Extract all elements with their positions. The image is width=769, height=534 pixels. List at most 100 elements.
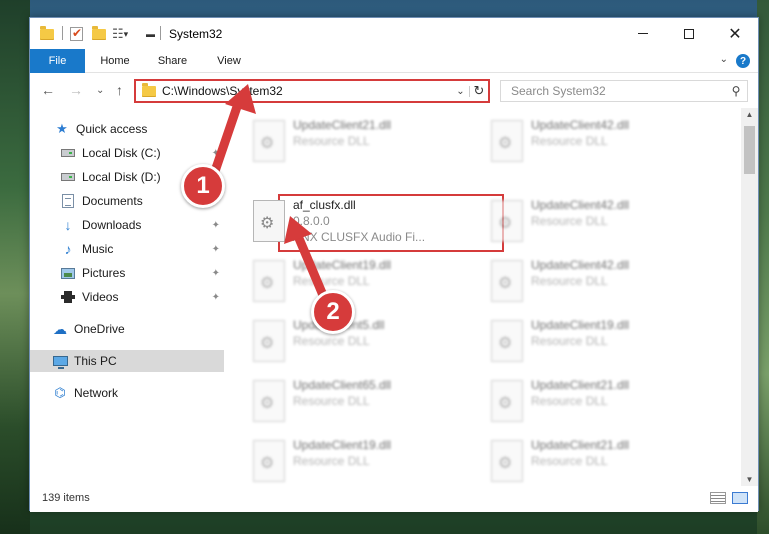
file-item[interactable]: UpdateClient5.dll Resource DLL xyxy=(243,316,473,366)
file-type: Resource DLL xyxy=(531,214,608,228)
file-item[interactable]: UpdateClient21.dll Resource DLL xyxy=(243,116,473,166)
sidebar-item-label: Pictures xyxy=(82,266,126,280)
status-bar: 139 items xyxy=(30,486,758,512)
sidebar-item-label: Music xyxy=(82,242,114,256)
separator xyxy=(62,26,63,40)
sidebar-item-label: Documents xyxy=(82,194,143,208)
new-folder-icon[interactable] xyxy=(92,25,106,43)
file-name: UpdateClient19.dll xyxy=(293,438,392,452)
dll-file-icon xyxy=(491,120,523,162)
sidebar-item-downloads[interactable]: ↓ Downloads ✦ xyxy=(30,214,224,236)
address-bar[interactable]: C:\Windows\System32 ⌄ ↻ xyxy=(134,79,490,103)
network-icon: ⌬ xyxy=(54,385,66,400)
item-count: 139 items xyxy=(42,492,90,504)
file-item[interactable]: UpdateClient19.dll Resource DLL xyxy=(481,316,711,366)
sidebar-item-music[interactable]: ♪ Music ✦ xyxy=(30,238,224,260)
file-type: Resource DLL xyxy=(293,334,370,348)
ribbon-tabs: File Home Share View ⌄ ? xyxy=(30,49,758,73)
downloads-icon: ↓ xyxy=(64,217,72,233)
tab-home[interactable]: Home xyxy=(90,49,140,73)
tab-share[interactable]: Share xyxy=(145,49,200,73)
file-item[interactable]: UpdateClient65.dll Resource DLL xyxy=(243,376,473,426)
folder-icon xyxy=(142,82,156,97)
forward-arrow-icon[interactable]: → xyxy=(69,82,83,98)
close-button[interactable]: ✕ xyxy=(712,18,758,49)
file-type: Resource DLL xyxy=(531,394,608,408)
this-pc-icon xyxy=(52,353,68,369)
sidebar-item-label: This PC xyxy=(74,354,117,368)
sidebar-item-pictures[interactable]: Pictures ✦ xyxy=(30,262,224,284)
file-name: UpdateClient21.dll xyxy=(293,118,392,132)
sidebar-item-label: Downloads xyxy=(82,218,142,232)
music-icon: ♪ xyxy=(64,241,72,257)
drive-icon xyxy=(60,145,76,161)
customize-toolbar-icon[interactable]: ☷ ▾ xyxy=(112,25,128,43)
window-title: System32 xyxy=(169,27,223,41)
dll-file-icon xyxy=(253,120,285,162)
minimize-button[interactable] xyxy=(620,18,666,49)
search-icon[interactable]: ⚲ xyxy=(725,84,747,98)
file-item[interactable]: UpdateClient42.dll Resource DLL xyxy=(481,256,711,306)
scroll-up-icon[interactable]: ▲ xyxy=(741,110,758,119)
properties-check-icon[interactable] xyxy=(70,25,83,43)
search-input[interactable]: Search System32 ⚲ xyxy=(500,80,748,102)
sidebar-item-label: Network xyxy=(74,386,119,400)
expand-ribbon-icon[interactable]: ⌄ xyxy=(720,54,728,65)
address-path[interactable]: C:\Windows\System32 xyxy=(162,84,452,98)
sidebar-item-local-disk-c[interactable]: Local Disk (C:) ✦ xyxy=(30,142,224,164)
refresh-icon[interactable]: ↻ xyxy=(470,83,488,99)
dll-file-icon xyxy=(491,200,523,242)
scroll-down-icon[interactable]: ▼ xyxy=(741,475,758,484)
tab-view[interactable]: View xyxy=(205,49,253,73)
sidebar-item-this-pc[interactable]: This PC xyxy=(30,350,224,372)
sidebar-item-label: Videos xyxy=(82,290,119,304)
file-name: UpdateClient19.dll xyxy=(293,258,392,272)
separator xyxy=(160,26,161,40)
file-type: Resource DLL xyxy=(293,134,370,148)
file-item-af-clusfx[interactable]: af_clusfx.dll 0.8.0.0 ANX CLUSFX Audio F… xyxy=(243,196,473,246)
pin-icon: ✦ xyxy=(211,267,220,279)
file-name: UpdateClient42.dll xyxy=(531,118,630,132)
pin-icon: ✦ xyxy=(211,219,220,231)
file-item[interactable]: UpdateClient19.dll Resource DLL xyxy=(243,256,473,306)
quick-access-dropdown-icon[interactable]: ▬ xyxy=(146,25,155,43)
maximize-button[interactable] xyxy=(666,18,712,49)
file-name: af_clusfx.dll xyxy=(293,198,356,212)
address-dropdown-icon[interactable]: ⌄ xyxy=(452,85,470,97)
file-type: Resource DLL xyxy=(293,454,370,468)
back-arrow-icon[interactable]: ← xyxy=(41,82,55,98)
file-name: UpdateClient65.dll xyxy=(293,378,392,392)
file-type: Resource DLL xyxy=(293,394,370,408)
help-icon[interactable]: ? xyxy=(736,54,750,68)
tiles-view-icon[interactable] xyxy=(732,492,748,504)
star-icon: ★ xyxy=(56,121,68,136)
recent-locations-icon[interactable]: ⌄ xyxy=(96,85,104,96)
sidebar-item-network[interactable]: ⌬ Network xyxy=(30,382,224,404)
file-item[interactable]: UpdateClient21.dll Resource DLL xyxy=(481,436,711,486)
file-item[interactable]: UpdateClient21.dll Resource DLL xyxy=(481,376,711,426)
pin-icon: ✦ xyxy=(211,291,220,303)
scrollbar-thumb[interactable] xyxy=(744,126,755,174)
tab-file[interactable]: File xyxy=(30,49,85,73)
file-item[interactable]: UpdateClient42.dll Resource DLL xyxy=(481,116,711,166)
sidebar-item-videos[interactable]: Videos ✦ xyxy=(30,286,224,308)
drive-icon xyxy=(60,169,76,185)
file-item[interactable]: UpdateClient42.dll Resource DLL xyxy=(481,196,711,246)
documents-icon xyxy=(60,193,76,209)
sidebar-item-onedrive[interactable]: ☁ OneDrive xyxy=(30,318,224,340)
onedrive-icon: ☁ xyxy=(53,320,67,337)
file-type: Resource DLL xyxy=(531,334,608,348)
up-arrow-icon[interactable]: ↑ xyxy=(116,82,123,98)
file-type: Resource DLL xyxy=(531,454,608,468)
file-name: UpdateClient42.dll xyxy=(531,198,630,212)
file-description: ANX CLUSFX Audio Fi... xyxy=(293,230,426,244)
dll-file-icon xyxy=(253,260,285,302)
dll-file-icon xyxy=(491,260,523,302)
sidebar-item-quick-access[interactable]: ★ Quick access xyxy=(30,118,224,140)
navigation-bar: ← → ⌄ ↑ C:\Windows\System32 ⌄ ↻ Search S… xyxy=(30,73,758,108)
file-item[interactable]: UpdateClient19.dll Resource DLL xyxy=(243,436,473,486)
vertical-scrollbar[interactable]: ▲ ▼ xyxy=(741,108,758,486)
file-type: Resource DLL xyxy=(531,134,608,148)
details-view-icon[interactable] xyxy=(710,492,726,504)
sidebar-item-label: Local Disk (D:) xyxy=(82,170,161,184)
